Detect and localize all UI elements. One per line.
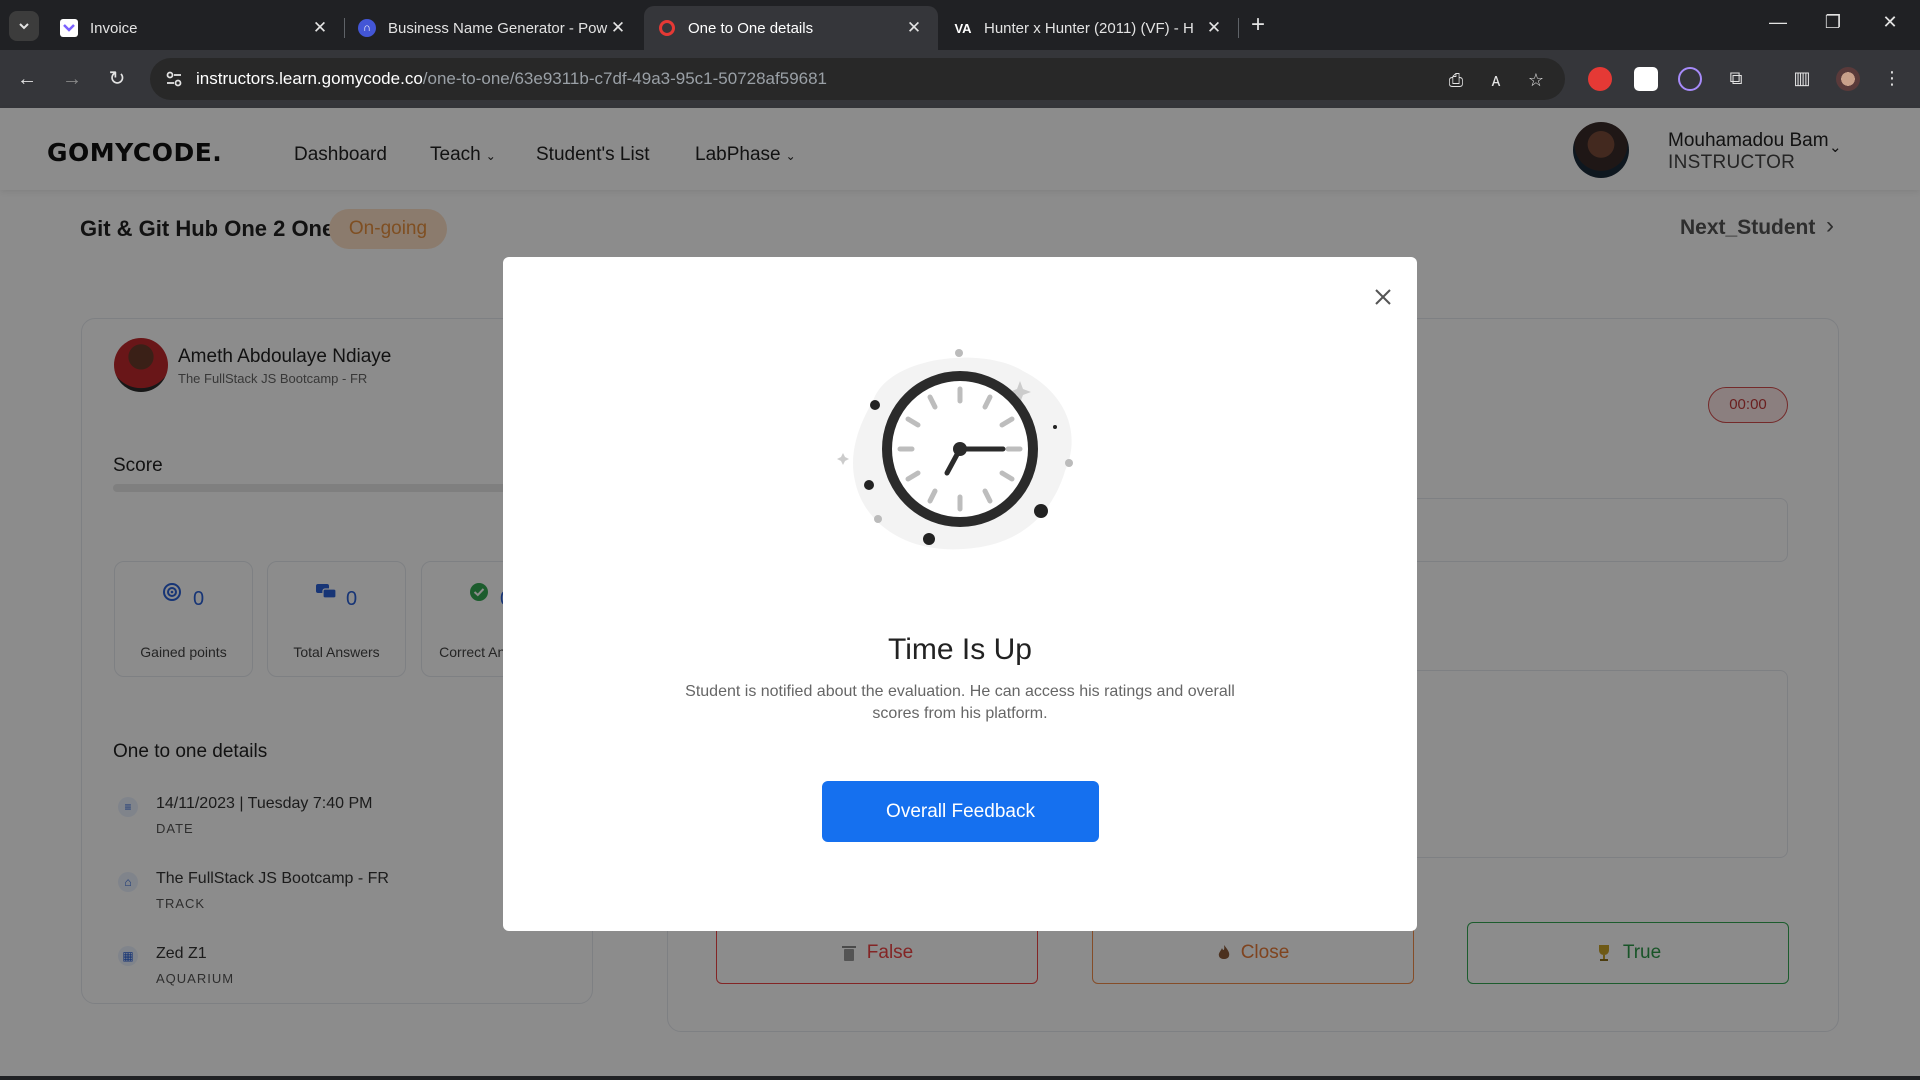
overall-feedback-button[interactable]: Overall Feedback: [822, 781, 1099, 842]
address-bar[interactable]: instructors.learn.gomycode.co/one-to-one…: [150, 58, 1565, 100]
translate-icon[interactable]: ᴀ: [1484, 68, 1508, 92]
tab-business-name-generator[interactable]: ∩ Business Name Generator - Pow ✕: [344, 6, 642, 50]
modal-title: Time Is Up: [888, 633, 1032, 666]
site-settings-icon[interactable]: [164, 69, 184, 89]
close-icon[interactable]: [1367, 281, 1399, 313]
modal-description: Student is notified about the evaluation…: [685, 683, 1235, 722]
profile-avatar[interactable]: [1836, 67, 1860, 91]
browser-tabstrip: Invoice ✕ ∩ Business Name Generator - Po…: [0, 0, 1920, 50]
browser-toolbar: ← → ↻ instructors.learn.gomycode.co/one-…: [0, 50, 1920, 108]
menu-kebab-icon[interactable]: ⋮: [1880, 66, 1904, 90]
bookmark-star-icon[interactable]: ☆: [1524, 68, 1548, 92]
tab-title: One to One details: [688, 19, 814, 37]
page-content: GOMYCODE. Dashboard Teach ⌄ Student's Lis…: [0, 108, 1920, 1080]
close-icon[interactable]: ✕: [310, 18, 330, 38]
va-favicon-icon: VA: [954, 20, 972, 36]
chevron-down-icon: [19, 23, 29, 30]
clock-illustration-icon: [837, 349, 1073, 550]
extension-blue-icon[interactable]: [1634, 67, 1658, 91]
tab-title: Hunter x Hunter (2011) (VF) - H: [984, 19, 1194, 37]
side-panel-icon[interactable]: ▥: [1790, 66, 1814, 90]
url-text: instructors.learn.gomycode.co/one-to-one…: [196, 69, 828, 88]
extension-adblock-icon[interactable]: [1588, 67, 1612, 91]
gomycode-favicon-icon: [658, 19, 676, 37]
reload-icon[interactable]: ↻: [102, 64, 132, 94]
close-icon[interactable]: ✕: [904, 18, 924, 38]
invoice-favicon-icon: [60, 19, 78, 37]
tab-title: Invoice: [90, 19, 138, 37]
close-icon[interactable]: ✕: [608, 18, 628, 38]
tab-title: Business Name Generator - Pow: [388, 19, 608, 37]
forward-arrow-icon[interactable]: →: [57, 64, 87, 94]
tab-one-to-one-details[interactable]: One to One details ✕: [644, 6, 938, 50]
new-tab-plus-icon[interactable]: +: [1244, 12, 1272, 40]
window-close-icon[interactable]: ✕: [1870, 12, 1910, 33]
extension-ai-icon[interactable]: [1678, 67, 1702, 91]
tab-hunter-x-hunter[interactable]: VA Hunter x Hunter (2011) (VF) - H ✕: [940, 6, 1238, 50]
restore-icon[interactable]: ❐: [1813, 12, 1853, 33]
tab-search-button[interactable]: [9, 11, 39, 41]
back-arrow-icon[interactable]: ←: [12, 64, 42, 94]
minimize-icon[interactable]: —: [1758, 12, 1798, 33]
tab-invoice[interactable]: Invoice ✕: [46, 6, 344, 50]
extensions-puzzle-icon[interactable]: ⧉: [1724, 66, 1748, 90]
generator-favicon-icon: ∩: [358, 19, 376, 37]
close-icon[interactable]: ✕: [1204, 18, 1224, 38]
install-app-icon[interactable]: ⎙: [1444, 68, 1468, 92]
bottom-edge: [0, 1076, 1920, 1080]
